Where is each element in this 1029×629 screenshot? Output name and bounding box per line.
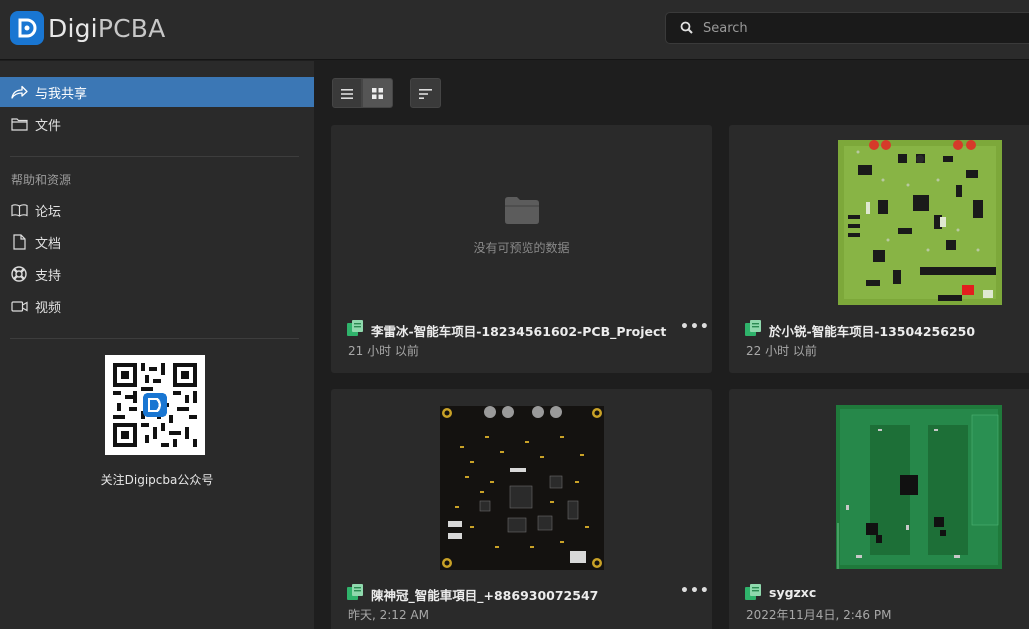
more-options-icon[interactable]: ••• [680,320,709,334]
digipcba-logo[interactable]: Digi PCBA [10,10,165,46]
sidebar-item-label: 文档 [35,236,62,252]
sidebar-item-label: 支持 [35,268,62,284]
pcb-preview-image [440,406,604,570]
share-icon [10,83,28,101]
folder-placeholder-icon [505,197,539,228]
pcb-project-file-icon [745,320,762,336]
project-card[interactable]: 於小锐-智能车项目-13504256250 22 小时 以前 [729,125,1029,373]
book-icon [10,201,28,219]
sort-icon [419,84,432,103]
sidebar-item-video[interactable]: 视频 [0,291,314,321]
card-timestamp: 21 小时 以前 [348,344,419,358]
lifebuoy-icon [10,265,28,283]
sidebar-item-files[interactable]: 文件 [0,109,314,139]
card-thumbnail [729,389,1029,574]
pcb-project-file-icon [347,584,364,600]
list-view-button[interactable] [332,78,362,108]
pcb-preview-image [838,140,1002,305]
help-section-label: 帮助和资源 [11,173,72,187]
pcb-preview-image [836,405,1002,569]
search-icon [680,19,693,38]
logo-mark-icon [10,11,44,45]
app-header: Digi PCBA [0,0,1029,60]
search-input[interactable] [703,20,1003,36]
pcb-project-file-icon [745,584,762,600]
wechat-qr-code [105,355,205,455]
sidebar-divider [10,338,299,339]
card-title[interactable]: 於小锐-智能车项目-13504256250 [769,321,975,340]
card-thumbnail [729,125,1029,310]
sidebar: 与我共享 文件 帮助和资源 论坛 文档 支持 视频 关注Digipcba公众号 [0,61,314,629]
sidebar-item-support[interactable]: 支持 [0,259,314,289]
project-card[interactable]: 没有可预览的数据 李雷冰-智能车项目-18234561602-PCB_Proje… [331,125,712,373]
sidebar-item-label: 与我共享 [35,86,88,102]
search-box[interactable] [665,12,1029,44]
sidebar-item-label: 论坛 [35,204,62,220]
main-content: 没有可预览的数据 李雷冰-智能车项目-18234561602-PCB_Proje… [315,61,1029,629]
grid-view-button[interactable] [362,78,393,108]
sort-button[interactable] [410,78,441,108]
logo-text-digi: Digi [48,13,98,43]
project-card[interactable]: 陳神冠_智能車項目_+886930072547 昨天, 2:12 AM ••• [331,389,712,629]
no-preview-text: 没有可预览的数据 [473,241,570,255]
card-timestamp: 昨天, 2:12 AM [348,608,429,622]
logo-text-pcba: PCBA [97,13,166,43]
grid-icon [372,84,383,103]
card-thumbnail [331,389,712,574]
project-card[interactable]: sygzxc 2022年11月4日, 2:46 PM [729,389,1029,629]
card-thumbnail: 没有可预览的数据 [331,125,712,310]
qr-caption: 关注Digipcba公众号 [100,473,214,487]
pcb-project-file-icon [347,320,364,336]
card-title[interactable]: 李雷冰-智能车项目-18234561602-PCB_Project [371,321,666,340]
sidebar-divider [10,156,299,157]
sidebar-item-label: 文件 [35,118,62,134]
sidebar-item-docs[interactable]: 文档 [0,227,314,257]
list-icon [341,84,353,103]
more-options-icon[interactable]: ••• [680,584,709,598]
video-icon [10,297,28,315]
sidebar-item-label: 视频 [35,300,62,316]
document-icon [10,233,28,251]
sidebar-item-forum[interactable]: 论坛 [0,195,314,225]
card-timestamp: 22 小时 以前 [746,344,817,358]
folder-icon [10,115,28,133]
card-timestamp: 2022年11月4日, 2:46 PM [746,608,892,622]
sidebar-item-shared-with-me[interactable]: 与我共享 [0,77,314,107]
card-title[interactable]: 陳神冠_智能車項目_+886930072547 [371,585,598,604]
card-title[interactable]: sygzxc [769,585,816,600]
